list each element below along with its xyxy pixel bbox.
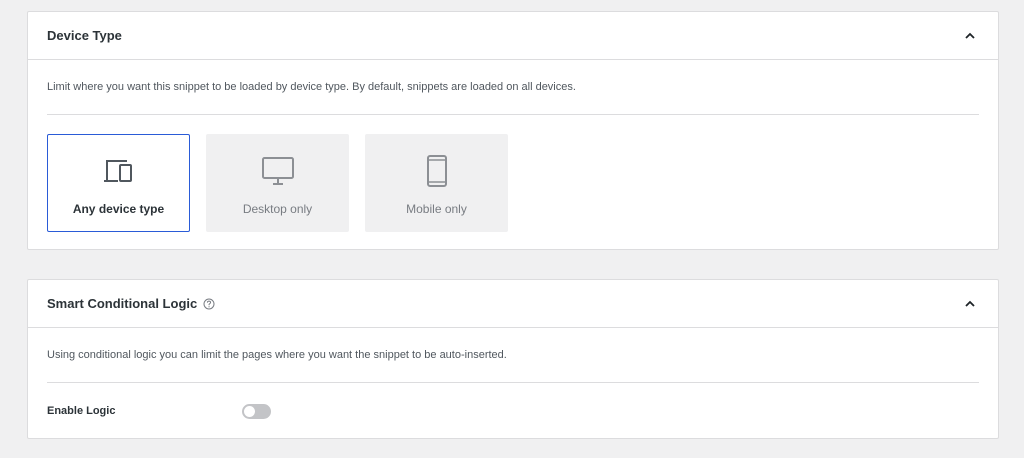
device-option-label: Desktop only <box>242 202 313 216</box>
desktop-icon <box>261 155 295 187</box>
chevron-up-icon <box>965 32 975 39</box>
help-icon[interactable] <box>203 298 215 310</box>
chevron-up-icon <box>965 300 975 307</box>
collapse-conditional-logic-button[interactable] <box>961 295 979 313</box>
devices-icon <box>102 155 136 187</box>
collapse-device-type-button[interactable] <box>961 27 979 45</box>
device-option-label: Mobile only <box>406 202 467 216</box>
device-type-header[interactable]: Device Type <box>28 12 998 60</box>
conditional-logic-panel: Smart Conditional Logic Using conditiona… <box>27 279 999 439</box>
conditional-logic-header[interactable]: Smart Conditional Logic <box>28 280 998 328</box>
conditional-logic-description: Using conditional logic you can limit th… <box>47 328 979 383</box>
enable-logic-toggle[interactable] <box>242 403 271 419</box>
device-option-mobile[interactable]: Mobile only <box>365 134 508 232</box>
device-type-panel: Device Type Limit where you want this sn… <box>27 11 999 250</box>
toggle-knob <box>244 405 255 417</box>
enable-logic-row: Enable Logic <box>47 383 979 439</box>
device-option-any[interactable]: Any device type <box>47 134 190 232</box>
device-type-description: Limit where you want this snippet to be … <box>47 60 979 115</box>
device-option-desktop[interactable]: Desktop only <box>206 134 349 232</box>
conditional-logic-title: Smart Conditional Logic <box>47 296 198 311</box>
device-type-title: Device Type <box>47 28 122 43</box>
enable-logic-label: Enable Logic <box>47 405 116 417</box>
device-options: Any device type Desktop only Mobile only <box>47 134 979 232</box>
mobile-icon <box>420 155 454 187</box>
device-option-label: Any device type <box>72 202 165 216</box>
